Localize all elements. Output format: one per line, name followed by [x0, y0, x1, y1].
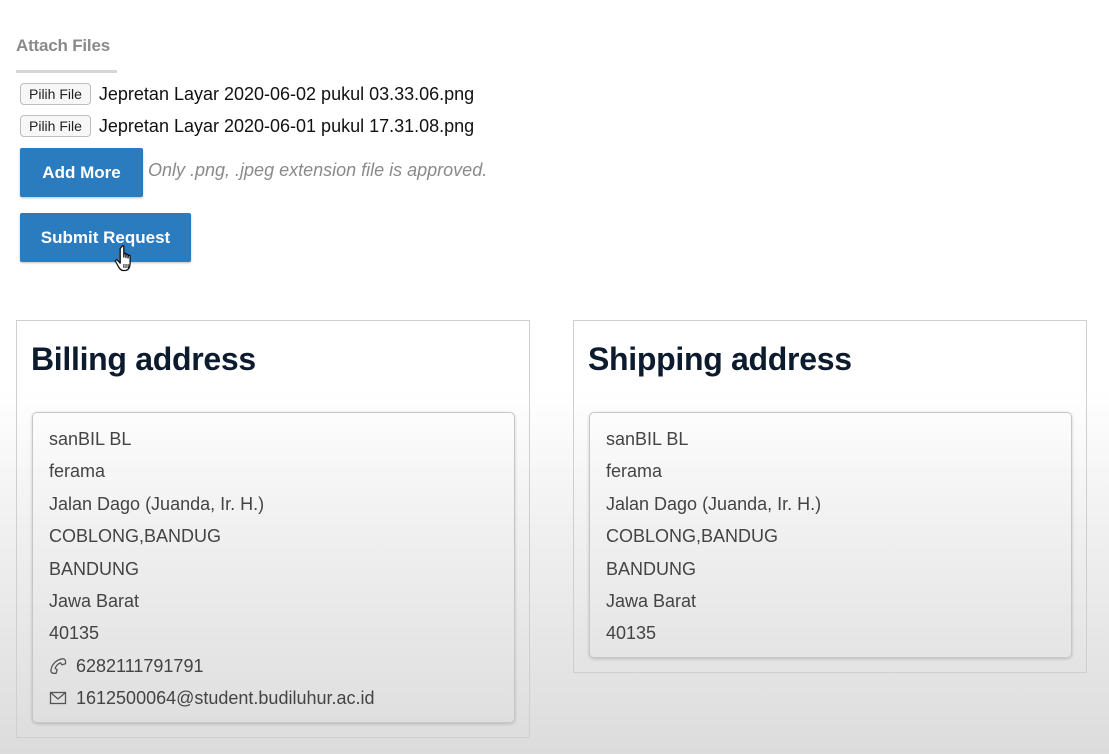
file-type-hint: Only .png, .jpeg extension file is appro… [148, 160, 488, 180]
address-line: BANDUNG [606, 558, 697, 579]
address-line: COBLONG,BANDUG [606, 526, 779, 547]
file-input-row: Pilih File Jepretan Layar 2020-06-01 puk… [20, 115, 474, 137]
file-input-row: Pilih File Jepretan Layar 2020-06-02 puk… [20, 83, 474, 105]
address-line: Jawa Barat [606, 590, 697, 611]
address-line: Jalan Dago (Juanda, Ir. H.) [49, 493, 265, 514]
phone-icon [50, 657, 67, 674]
choose-file-button[interactable]: Pilih File [20, 83, 91, 105]
billing-address-panel: Billing address sanBIL BL ferama Jalan D… [16, 320, 530, 738]
selected-file-name: Jepretan Layar 2020-06-01 pukul 17.31.08… [98, 115, 475, 136]
address-line: 40135 [49, 623, 100, 644]
address-line: BANDUNG [49, 558, 140, 579]
billing-email: 1612500064@student.budiluhur.ac.id [76, 688, 375, 709]
heading-underline [16, 70, 117, 73]
envelope-icon [49, 691, 67, 705]
shipping-address-title: Shipping address [588, 341, 852, 377]
choose-file-button[interactable]: Pilih File [20, 115, 91, 137]
address-line: ferama [606, 461, 663, 482]
address-line: ferama [49, 461, 106, 482]
address-line: sanBIL BL [49, 429, 132, 449]
billing-address-lines: sanBIL BL ferama Jalan Dago (Juanda, Ir.… [49, 427, 375, 719]
billing-phone: 6282111791791 [76, 655, 204, 676]
address-line: Jalan Dago (Juanda, Ir. H.) [606, 493, 822, 514]
billing-address-card: sanBIL BL ferama Jalan Dago (Juanda, Ir.… [32, 412, 515, 723]
address-line: sanBIL BL [606, 429, 689, 449]
billing-phone-line: 6282111791791 [49, 654, 375, 686]
shipping-address-panel: Shipping address sanBIL BL ferama Jalan … [573, 320, 1087, 673]
billing-email-line: 1612500064@student.budiluhur.ac.id [49, 686, 375, 718]
shipping-address-lines: sanBIL BL ferama Jalan Dago (Juanda, Ir.… [606, 427, 821, 654]
shipping-address-card: sanBIL BL ferama Jalan Dago (Juanda, Ir.… [589, 412, 1072, 658]
address-line: 40135 [606, 623, 657, 644]
billing-address-title: Billing address [31, 341, 256, 377]
selected-file-name: Jepretan Layar 2020-06-02 pukul 03.33.06… [98, 83, 475, 104]
address-line: COBLONG,BANDUG [49, 526, 222, 547]
add-more-button[interactable]: Add More [20, 148, 143, 197]
address-line: Jawa Barat [49, 590, 140, 611]
hand-pointer-icon [114, 245, 131, 272]
attach-files-heading: Attach Files [16, 36, 110, 55]
submit-request-button[interactable]: Submit Request [20, 213, 191, 262]
